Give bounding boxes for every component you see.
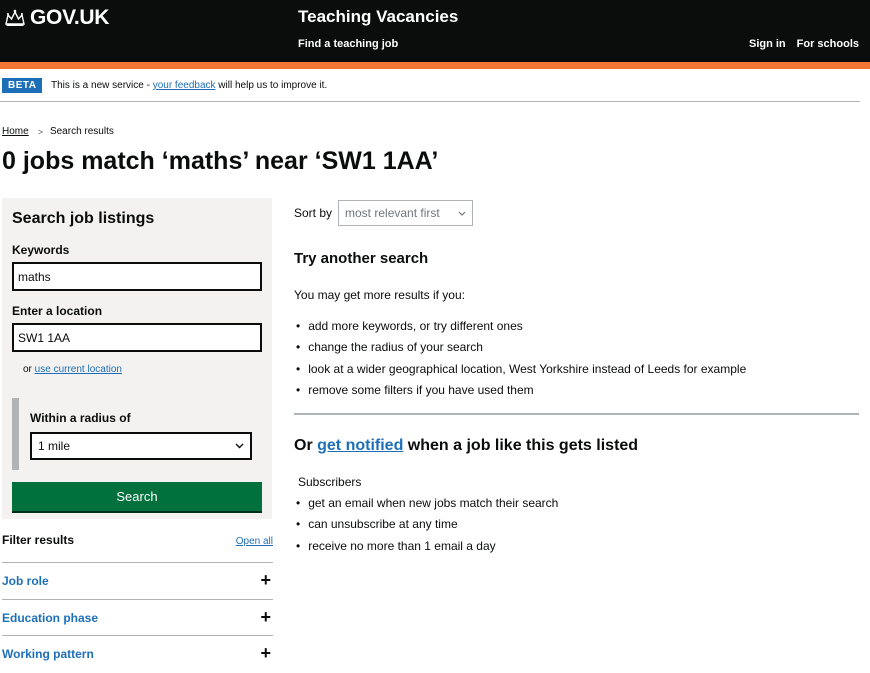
- subscribers-label: Subscribers: [298, 475, 362, 489]
- radius-label: Within a radius of: [30, 411, 131, 425]
- chevron-right-icon: >: [37, 126, 43, 137]
- radius-select[interactable]: 1 mile: [30, 432, 252, 460]
- location-label: Enter a location: [12, 304, 103, 318]
- search-panel-title: Search job listings: [12, 210, 155, 227]
- chevron-down-icon: [458, 211, 466, 216]
- header-accent-bar: [0, 62, 870, 69]
- filter-label: Job role: [2, 573, 49, 588]
- filter-label: Working pattern: [2, 646, 94, 661]
- page-title: 0 jobs match ‘maths’ near ‘SW1 1AA’: [2, 147, 439, 175]
- suggestions-list: add more keywords, or try different ones…: [294, 315, 746, 401]
- filter-working-pattern[interactable]: Working pattern +: [2, 635, 273, 671]
- get-notified-link[interactable]: get notified: [317, 437, 403, 454]
- breadcrumb-home-link[interactable]: Home: [2, 126, 29, 137]
- plus-icon: +: [260, 607, 271, 627]
- use-current-location-link[interactable]: use current location: [35, 364, 122, 375]
- beta-tag: BETA: [2, 78, 43, 93]
- sort-select[interactable]: most relevant first: [338, 200, 474, 226]
- list-item: look at a wider geographical location, W…: [294, 358, 746, 380]
- search-button[interactable]: Search: [12, 482, 262, 511]
- phase-banner-text: This is a new service - your feedback wi…: [51, 80, 328, 91]
- breadcrumb: Home > Search results: [2, 126, 114, 137]
- phase-banner: BETA This is a new service - your feedba…: [0, 69, 860, 102]
- location-input[interactable]: SW1 1AA: [12, 323, 262, 352]
- for-schools-link[interactable]: For schools: [797, 38, 859, 50]
- notify-heading: Or get notified when a job like this get…: [294, 437, 639, 454]
- section-divider: [294, 413, 859, 415]
- filter-label: Education phase: [2, 610, 99, 625]
- try-another-intro: You may get more results if you:: [294, 288, 465, 302]
- list-item: can unsubscribe at any time: [294, 514, 558, 536]
- breadcrumb-current: Search results: [49, 126, 114, 137]
- filter-header: Filter results Open all: [2, 533, 273, 547]
- try-another-heading: Try another search: [294, 250, 429, 267]
- sign-in-link[interactable]: Sign in: [749, 38, 786, 50]
- list-item: change the radius of your search: [294, 337, 746, 359]
- current-location-text: or use current location: [23, 364, 122, 375]
- list-item: remove some filters if you have used the…: [294, 380, 746, 402]
- sort-control: Sort by most relevant first: [294, 200, 474, 226]
- list-item: receive no more than 1 email a day: [294, 535, 558, 557]
- list-item: get an email when new jobs match their s…: [294, 492, 558, 514]
- filter-title: Filter results: [2, 533, 75, 547]
- service-name[interactable]: Teaching Vacancies: [298, 7, 458, 27]
- plus-icon: +: [260, 570, 271, 590]
- sort-select-value: most relevant first: [345, 206, 440, 220]
- govuk-logo[interactable]: GOV.UK: [4, 6, 109, 30]
- feedback-link[interactable]: your feedback: [153, 80, 216, 91]
- crown-icon: [5, 9, 25, 26]
- site-header: GOV.UK Teaching Vacancies Find a teachin…: [0, 0, 870, 62]
- sort-label: Sort by: [294, 206, 333, 220]
- logo-text: GOV.UK: [30, 6, 110, 29]
- chevron-down-icon: [235, 443, 244, 449]
- open-all-link[interactable]: Open all: [236, 536, 273, 547]
- radius-inset-bar: [12, 398, 19, 470]
- list-item: add more keywords, or try different ones: [294, 315, 746, 337]
- search-panel: Search job listings Keywords maths Enter…: [2, 198, 272, 519]
- filter-education-phase[interactable]: Education phase +: [2, 599, 273, 635]
- plus-icon: +: [260, 643, 271, 663]
- find-teaching-job-link[interactable]: Find a teaching job: [298, 38, 398, 50]
- keywords-input[interactable]: maths: [12, 262, 262, 291]
- subscriber-benefits-list: get an email when new jobs match their s…: [294, 492, 558, 557]
- filter-job-role[interactable]: Job role +: [2, 562, 273, 598]
- radius-select-value: 1 mile: [38, 439, 71, 453]
- keywords-label: Keywords: [12, 243, 70, 257]
- header-nav: Sign in For schools: [749, 38, 859, 50]
